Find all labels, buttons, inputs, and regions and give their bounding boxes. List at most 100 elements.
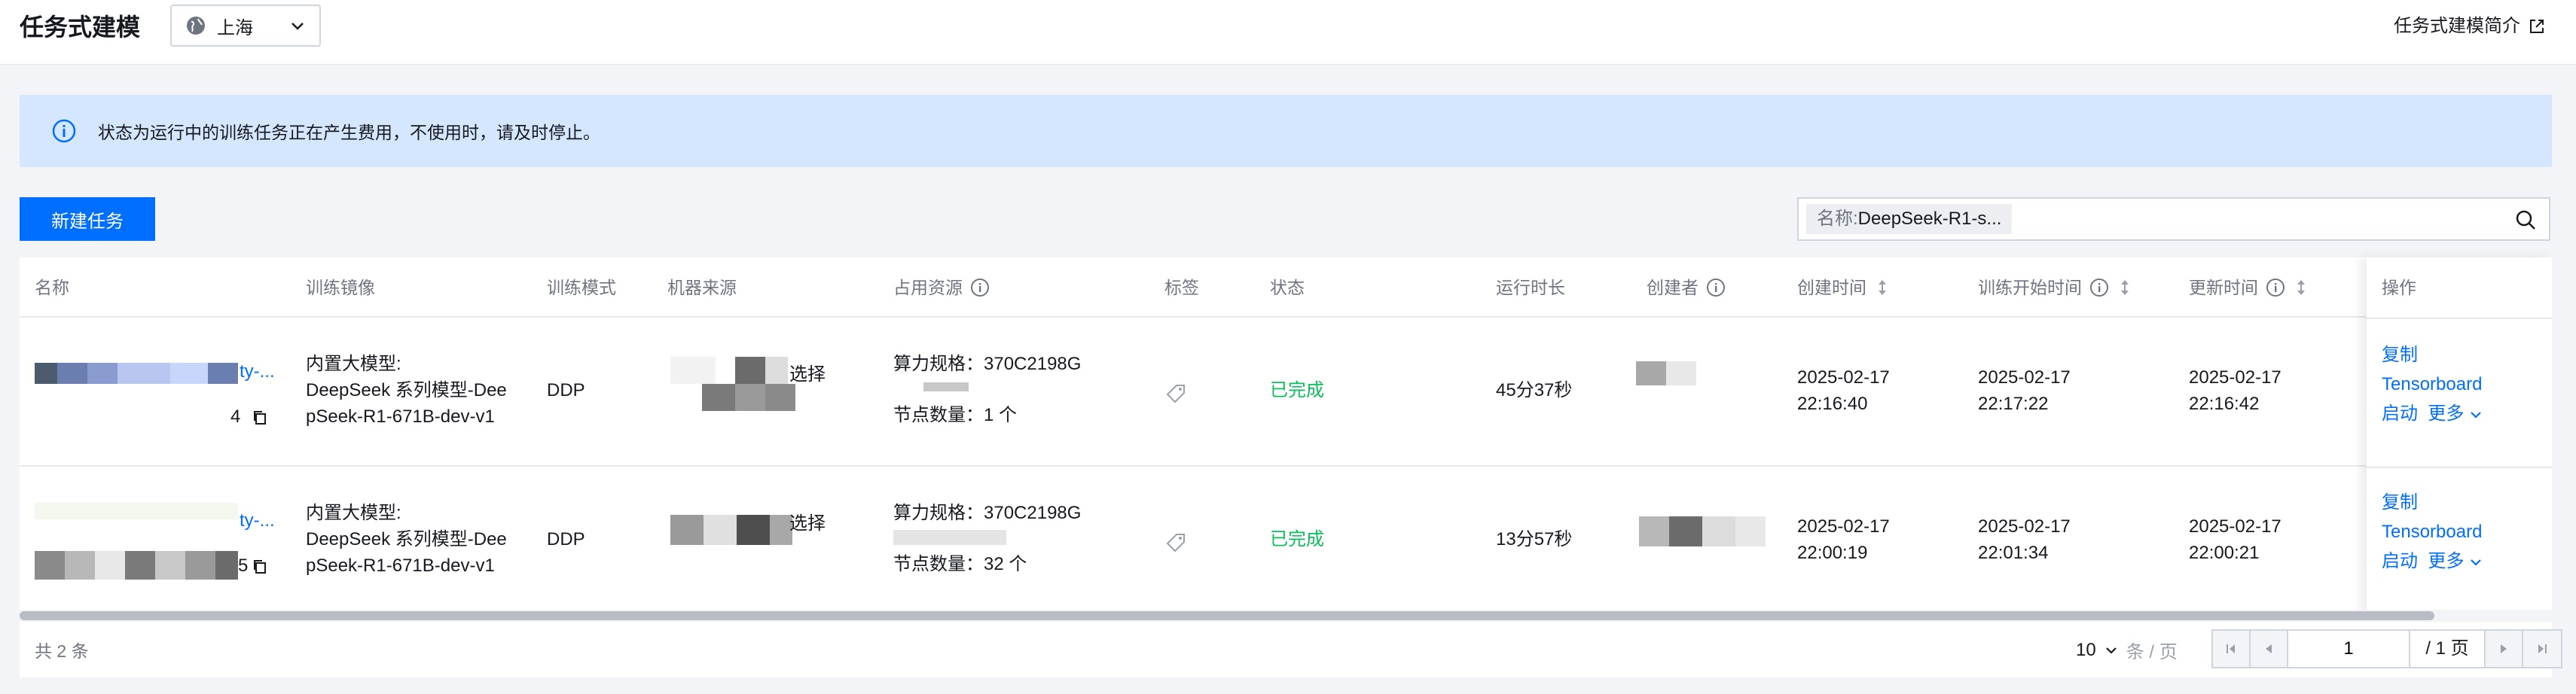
page-size-value: 10: [2076, 639, 2096, 660]
operations-column: 操作 复制 Tensorboard 启动 更多 复制 Tensorboard 启…: [2367, 257, 2552, 614]
train-mode: DDP: [547, 529, 585, 549]
resource-nodes: 节点数量：1 个: [893, 405, 1018, 425]
image-line-2: DeepSeek 系列模型-Dee: [306, 380, 507, 400]
notice-banner: 状态为运行中的训练任务正在产生费用，不使用时，请及时停止。: [20, 95, 2552, 167]
redacted-block: [765, 384, 795, 411]
header-status: 状态: [1270, 278, 1305, 297]
sort-icon[interactable]: [1876, 278, 1889, 297]
redacted-block: [702, 384, 735, 411]
image-line-1: 内置大模型:: [306, 503, 401, 523]
chevron-down-icon: [2471, 559, 2481, 566]
redacted-block: [35, 503, 238, 519]
task-name-link[interactable]: ty-...: [240, 507, 275, 534]
divider: [2367, 318, 2552, 319]
table-footer: 共 2 条 10 条 / 页 / 1 页: [20, 622, 2562, 677]
redacted-block: [704, 515, 737, 545]
search-icon[interactable]: [2514, 209, 2537, 231]
prev-page-button[interactable]: [2251, 631, 2288, 667]
header-train-start[interactable]: 训练开始时间: [1978, 257, 2132, 318]
run-duration: 13分57秒: [1496, 529, 1573, 549]
copy-icon[interactable]: [252, 559, 268, 575]
sort-icon[interactable]: [2294, 278, 2308, 297]
copy-task-link[interactable]: 复制: [2382, 488, 2483, 517]
more-actions-link[interactable]: 更多: [2428, 551, 2464, 571]
start-task-link[interactable]: 启动: [2382, 551, 2418, 571]
tag-icon[interactable]: [1164, 382, 1187, 405]
redacted-block: [1702, 516, 1735, 546]
region-select[interactable]: 上海: [170, 5, 321, 47]
task-id-tail: 5: [238, 556, 249, 576]
header-resource-label: 占用资源: [893, 278, 963, 297]
redacted-block: [208, 363, 238, 384]
pagination: / 1 页: [2211, 629, 2562, 668]
header-updated-label: 更新时间: [2189, 278, 2258, 297]
task-id-tail: 4: [230, 406, 241, 427]
tensorboard-link[interactable]: Tensorboard: [2382, 517, 2483, 546]
header-creator-label: 创建者: [1647, 278, 1699, 297]
redacted-block: [735, 357, 765, 384]
page-gutter: [2558, 65, 2576, 694]
page-size-unit: 条 / 页: [2126, 642, 2178, 662]
header-tags: 标签: [1164, 278, 1199, 297]
redacted-block: [1666, 361, 1696, 385]
prev-page-icon: [2266, 644, 2272, 653]
info-icon[interactable]: [2089, 278, 2109, 297]
header-created[interactable]: 创建时间: [1797, 257, 1889, 318]
run-duration: 45分37秒: [1496, 380, 1573, 400]
redacted-block: [95, 551, 125, 580]
info-icon[interactable]: [970, 278, 990, 297]
redacted-block: [670, 357, 716, 384]
task-table: 名称 训练镜像 训练模式 机器来源 占用资源 标签 状态 运行时长 创建者 创建…: [20, 257, 2562, 677]
header-name: 名称: [35, 278, 69, 297]
image-line-3: pSeek-R1-671B-dev-v1: [306, 406, 495, 427]
horizontal-scrollbar-thumb[interactable]: [20, 611, 2434, 620]
redacted-block: [1669, 516, 1702, 546]
header-updated[interactable]: 更新时间: [2189, 257, 2308, 318]
sort-icon[interactable]: [2118, 278, 2132, 297]
header-duration: 运行时长: [1496, 278, 1565, 297]
tag-icon[interactable]: [1164, 531, 1187, 554]
intro-link-label: 任务式建模简介: [2394, 16, 2520, 36]
copy-task-link[interactable]: 复制: [2382, 340, 2483, 370]
info-icon[interactable]: [2266, 278, 2285, 297]
start-task-link[interactable]: 启动: [2382, 403, 2418, 424]
page-number-input[interactable]: [2288, 631, 2410, 667]
image-line-1: 内置大模型:: [306, 354, 401, 374]
next-page-button[interactable]: [2486, 631, 2523, 667]
new-task-button[interactable]: 新建任务: [20, 197, 155, 241]
start-more-row: 启动 更多: [2382, 399, 2483, 428]
page-size-select[interactable]: 10 条 / 页: [2076, 637, 2178, 663]
search-filter-chip[interactable]: 名称:DeepSeek-R1-s...: [1806, 204, 2013, 234]
created-date: 2025-02-17: [1797, 516, 1890, 537]
info-icon[interactable]: [1706, 278, 1726, 297]
tensorboard-link[interactable]: Tensorboard: [2382, 370, 2483, 399]
copy-icon[interactable]: [252, 409, 268, 426]
more-actions-link[interactable]: 更多: [2428, 403, 2464, 424]
updated-date: 2025-02-17: [2189, 516, 2281, 537]
first-page-icon: [2227, 644, 2235, 653]
chevron-down-icon: [291, 23, 304, 30]
updated-time: 22:16:42: [2189, 394, 2260, 414]
redacted-block: [125, 551, 155, 580]
last-page-icon: [2538, 644, 2547, 653]
created-date: 2025-02-17: [1797, 367, 1890, 388]
created-time: 22:00:19: [1797, 543, 1868, 563]
redacted-block: [215, 551, 238, 580]
image-line-2: DeepSeek 系列模型-Dee: [306, 529, 507, 549]
redacted-block: [1636, 361, 1666, 385]
last-page-button[interactable]: [2523, 631, 2561, 667]
top-bar: 任务式建模 上海 任务式建模简介: [0, 0, 2576, 65]
header-image: 训练镜像: [306, 278, 375, 297]
redacted-block: [35, 363, 57, 384]
table-row: ty-... 4 内置大模型: DeepSeek 系列模型-Dee pSeek-…: [20, 319, 2552, 467]
redacted-block: [35, 551, 65, 580]
train-start-date: 2025-02-17: [1978, 367, 2071, 388]
redacted-block: [155, 551, 185, 580]
intro-link[interactable]: 任务式建模简介: [2394, 14, 2546, 39]
task-name-link[interactable]: ty-...: [240, 358, 275, 385]
first-page-button[interactable]: [2213, 631, 2251, 667]
status-badge: 已完成: [1270, 529, 1324, 549]
redacted-block: [765, 357, 788, 384]
redacted-block: [185, 551, 215, 580]
search-input[interactable]: 名称:DeepSeek-R1-s...: [1797, 197, 2550, 241]
